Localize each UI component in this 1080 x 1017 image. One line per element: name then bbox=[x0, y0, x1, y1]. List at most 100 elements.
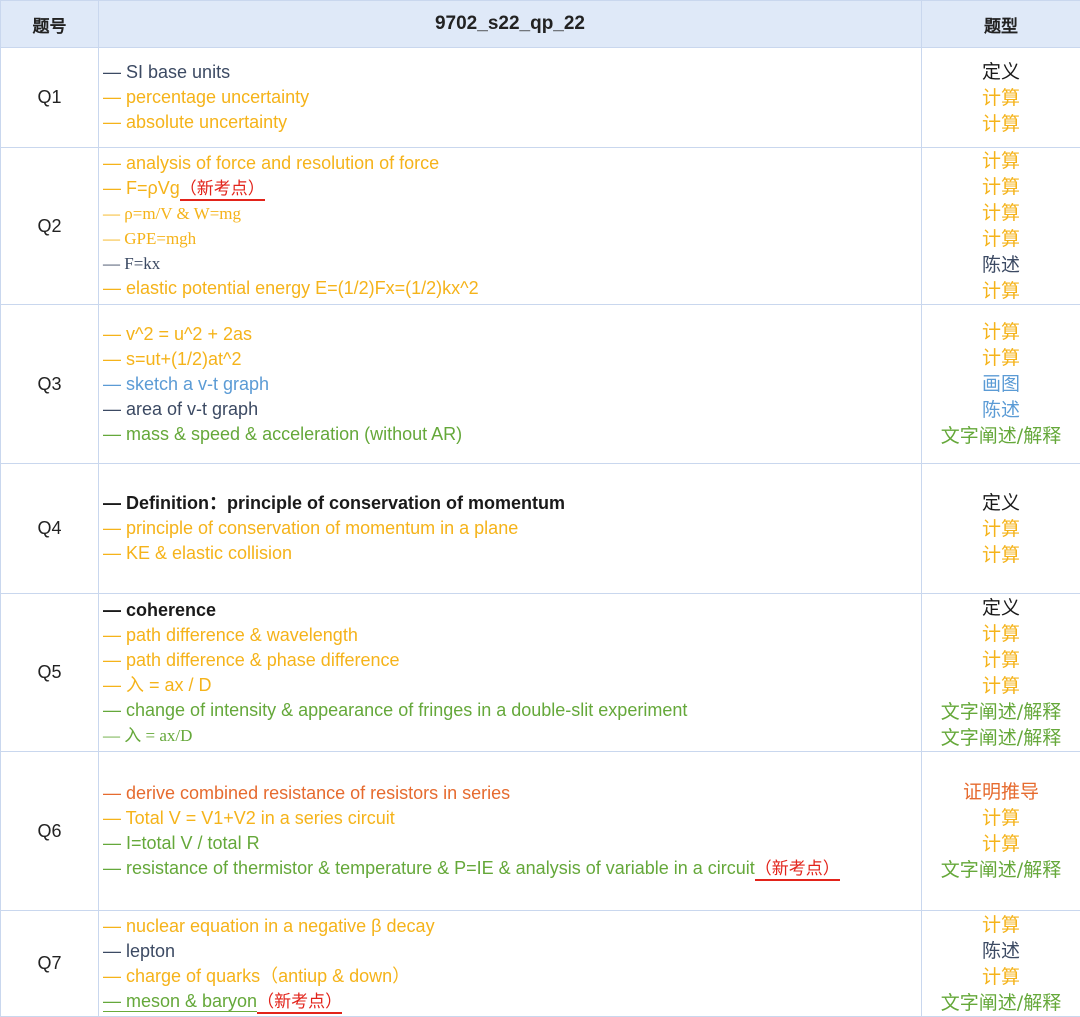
topic-item: — lepton bbox=[103, 939, 921, 964]
topic-item: — I=total V / total R bbox=[103, 831, 921, 856]
topic-item: — principle of conservation of momentum … bbox=[103, 516, 921, 541]
type-item: 计算 bbox=[922, 200, 1080, 226]
question-number: Q5 bbox=[1, 594, 99, 752]
type-item: 计算 bbox=[922, 964, 1080, 990]
topic-text: — area of v-t graph bbox=[103, 399, 258, 419]
topic-text: — absolute uncertainty bbox=[103, 112, 287, 132]
type-item: 画图 bbox=[922, 371, 1080, 397]
topic-item: — path difference & phase difference bbox=[103, 648, 921, 673]
topic-text: — resistance of thermistor & temperature… bbox=[103, 858, 755, 878]
topic-list: — derive combined resistance of resistor… bbox=[99, 752, 922, 911]
type-item: 计算 bbox=[922, 174, 1080, 200]
question-number: Q3 bbox=[1, 305, 99, 464]
type-item: 文字阐述/解释 bbox=[922, 857, 1080, 883]
type-list: 计算计算计算计算陈述计算 bbox=[922, 148, 1080, 305]
topic-item: — charge of quarks（antiup & down） bbox=[103, 964, 921, 989]
question-number: Q4 bbox=[1, 464, 99, 594]
new-topic-marker: （新考点） bbox=[180, 179, 265, 201]
topic-list: — coherence — path difference & wavelengt… bbox=[99, 594, 922, 752]
type-item: 计算 bbox=[922, 516, 1080, 542]
topic-text: — mass & speed & acceleration (without A… bbox=[103, 424, 462, 444]
topic-text: — Definition：principle of conservation o… bbox=[103, 493, 565, 513]
type-list: 计算陈述计算文字阐述/解释 bbox=[922, 911, 1080, 1017]
table-row: Q6— derive combined resistance of resist… bbox=[1, 752, 1080, 911]
header-row: 题号 9702_s22_qp_22 题型 bbox=[1, 1, 1080, 48]
topic-text: — derive combined resistance of resistor… bbox=[103, 783, 510, 803]
table-row: Q7— nuclear equation in a negative β dec… bbox=[1, 911, 1080, 1017]
topic-item: — F=kx bbox=[103, 251, 921, 276]
topic-text: — meson & baryon bbox=[103, 991, 257, 1012]
topic-item: — analysis of force and resolution of fo… bbox=[103, 151, 921, 176]
topic-text: — charge of quarks（antiup & down） bbox=[103, 966, 410, 986]
topic-list: — Definition：principle of conservation o… bbox=[99, 464, 922, 594]
header-question-number: 题号 bbox=[1, 1, 99, 48]
topic-text: — KE & elastic collision bbox=[103, 543, 292, 563]
topic-text: — Total V = V1+V2 in a series circuit bbox=[103, 808, 395, 828]
new-topic-marker: （新考点） bbox=[257, 992, 342, 1014]
topic-item: — coherence bbox=[103, 598, 921, 623]
table-row: Q3— v^2 = u^2 + 2as — s=ut+(1/2)at^2 — ske… bbox=[1, 305, 1080, 464]
header-question-type: 题型 bbox=[922, 1, 1080, 48]
type-item: 陈述 bbox=[922, 252, 1080, 278]
topic-item: — KE & elastic collision bbox=[103, 541, 921, 566]
topic-text: — GPE=mgh bbox=[103, 229, 196, 248]
topic-text: — sketch a v-t graph bbox=[103, 374, 269, 394]
question-number: Q6 bbox=[1, 752, 99, 911]
type-list: 定义计算计算 bbox=[922, 48, 1080, 148]
type-item: 计算 bbox=[922, 621, 1080, 647]
topic-text: — F=ρVg bbox=[103, 178, 180, 198]
topic-text: — ρ=m/V & W=mg bbox=[103, 204, 241, 223]
topic-text: — 入 = ax / D bbox=[103, 675, 212, 695]
topic-list: — analysis of force and resolution of fo… bbox=[99, 148, 922, 305]
topic-text: — 入 = ax/D bbox=[103, 726, 192, 745]
table-row: Q1— SI base units— percentage uncertaint… bbox=[1, 48, 1080, 148]
topic-text: — path difference & wavelength bbox=[103, 625, 358, 645]
type-item: 文字阐述/解释 bbox=[922, 423, 1080, 449]
topic-item: — s=ut+(1/2)at^2 bbox=[103, 347, 921, 372]
type-list: 定义计算计算 bbox=[922, 464, 1080, 594]
type-item: 计算 bbox=[922, 831, 1080, 857]
header-paper-title: 9702_s22_qp_22 bbox=[99, 1, 922, 48]
type-list: 证明推导计算计算文字阐述/解释 bbox=[922, 752, 1080, 911]
topic-text: — lepton bbox=[103, 941, 175, 961]
topic-item: — SI base units bbox=[103, 60, 921, 85]
type-item: 计算 bbox=[922, 805, 1080, 831]
topic-text: — s=ut+(1/2)at^2 bbox=[103, 349, 242, 369]
type-item: 定义 bbox=[922, 490, 1080, 516]
topic-item: — GPE=mgh bbox=[103, 226, 921, 251]
topic-item: — F=ρVg（新考点） bbox=[103, 176, 921, 201]
topic-item: — Total V = V1+V2 in a series circuit bbox=[103, 806, 921, 831]
topic-item: — path difference & wavelength bbox=[103, 623, 921, 648]
topic-item: — change of intensity & appearance of fr… bbox=[103, 698, 921, 723]
type-item: 定义 bbox=[922, 595, 1080, 621]
topic-item: — nuclear equation in a negative β decay bbox=[103, 914, 921, 939]
topic-item: — v^2 = u^2 + 2as bbox=[103, 322, 921, 347]
new-topic-marker: （新考点） bbox=[755, 859, 840, 881]
type-list: 计算计算画图陈述文字阐述/解释 bbox=[922, 305, 1080, 464]
topic-text: — change of intensity & appearance of fr… bbox=[103, 700, 687, 720]
topic-item: — 入 = ax / D bbox=[103, 673, 921, 698]
topic-text: — F=kx bbox=[103, 254, 160, 273]
topic-item: — Definition：principle of conservation o… bbox=[103, 491, 921, 516]
exam-analysis-table: 题号 9702_s22_qp_22 题型 Q1— SI base units— … bbox=[0, 0, 1080, 1017]
topic-text: — SI base units bbox=[103, 62, 230, 82]
topic-text: — coherence bbox=[103, 600, 216, 620]
type-item: 计算 bbox=[922, 647, 1080, 673]
type-item: 文字阐述/解释 bbox=[922, 699, 1080, 725]
type-item: 计算 bbox=[922, 148, 1080, 174]
question-number: Q7 bbox=[1, 911, 99, 1017]
topic-item: — 入 = ax/D bbox=[103, 723, 921, 748]
topic-item: — resistance of thermistor & temperature… bbox=[103, 856, 921, 881]
topic-item: — mass & speed & acceleration (without A… bbox=[103, 422, 921, 447]
topic-text: — percentage uncertainty bbox=[103, 87, 309, 107]
topic-text: — principle of conservation of momentum … bbox=[103, 518, 518, 538]
topic-item: — ρ=m/V & W=mg bbox=[103, 201, 921, 226]
topic-text: — I=total V / total R bbox=[103, 833, 260, 853]
table-row: Q5— coherence — path difference & wavelen… bbox=[1, 594, 1080, 752]
table-row: Q2— analysis of force and resolution of … bbox=[1, 148, 1080, 305]
topic-text: — v^2 = u^2 + 2as bbox=[103, 324, 252, 344]
type-item: 计算 bbox=[922, 85, 1080, 111]
type-list: 定义计算计算计算文字阐述/解释文字阐述/解释 bbox=[922, 594, 1080, 752]
topic-item: — meson & baryon（新考点） bbox=[103, 989, 921, 1014]
type-item: 计算 bbox=[922, 673, 1080, 699]
